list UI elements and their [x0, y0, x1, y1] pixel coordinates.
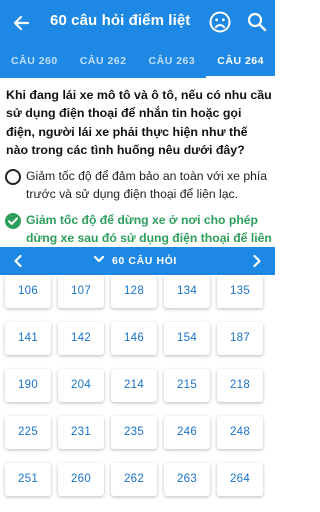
question-number-button[interactable]: 134	[164, 275, 210, 308]
question-number-button[interactable]: 107	[58, 275, 104, 308]
question-number-button[interactable]: 204	[58, 369, 104, 402]
question-number-button[interactable]: 225	[5, 416, 51, 449]
search-icon[interactable]	[245, 10, 269, 34]
question-number-button[interactable]: 262	[111, 463, 157, 496]
page-title: 60 câu hỏi điểm liệt	[50, 12, 191, 29]
question-number-button[interactable]: 246	[164, 416, 210, 449]
answer-text: Giảm tốc độ để đảm bảo an toàn với xe ph…	[26, 169, 268, 201]
question-number-button[interactable]: 154	[164, 322, 210, 355]
check-circle-icon[interactable]	[5, 213, 21, 229]
question-count-label: 60 CÂU HỎI	[112, 255, 177, 267]
question-number-button[interactable]: 106	[5, 275, 51, 308]
question-list-toggle[interactable]: 60 CÂU HỎI	[92, 252, 177, 270]
app-bar: 60 câu hỏi điểm liệt	[0, 0, 275, 46]
chevron-left-icon[interactable]	[10, 253, 26, 269]
question-number-grid: 106 107 128 134 135 141 142 146 154 187 190 204 214 2…	[0, 275, 275, 512]
question-number-button[interactable]: 231	[58, 416, 104, 449]
question-number-button[interactable]: 141	[5, 322, 51, 355]
tab-cau-262[interactable]: CÂU 262	[69, 46, 138, 78]
answer-option-1[interactable]: Giảm tốc độ để đảm bảo an toàn với xe ph…	[4, 167, 272, 205]
question-text: Khi đang lái xe mô tô và ô tô, nếu có nh…	[6, 88, 272, 157]
question-number-button[interactable]: 214	[111, 369, 157, 402]
question-number-button[interactable]: 190	[5, 369, 51, 402]
question-navigator: 60 CÂU HỎI	[0, 247, 275, 275]
answer-option-2[interactable]: Giảm tốc độ để dừng xe ở nơi cho phép dừ…	[4, 211, 272, 263]
question-number-button[interactable]: 248	[217, 416, 263, 449]
question-number-button[interactable]: 235	[111, 416, 157, 449]
question-number-button[interactable]: 215	[164, 369, 210, 402]
question-number-button[interactable]: 251	[5, 463, 51, 496]
tab-cau-264[interactable]: CÂU 264	[206, 46, 275, 78]
question-number-button[interactable]: 146	[111, 322, 157, 355]
question-number-button[interactable]: 142	[58, 322, 104, 355]
chevron-down-icon	[92, 252, 106, 271]
question-number-button[interactable]: 135	[217, 275, 263, 308]
sad-face-icon[interactable]	[208, 10, 232, 34]
tab-cau-263[interactable]: CÂU 263	[138, 46, 207, 78]
question-tabs: CÂU 260 CÂU 262 CÂU 263 CÂU 264	[0, 46, 275, 78]
question-number-button[interactable]: 263	[164, 463, 210, 496]
back-arrow-icon[interactable]	[8, 10, 34, 36]
question-number-button[interactable]: 128	[111, 275, 157, 308]
chevron-right-icon[interactable]	[249, 253, 265, 269]
radio-unchecked-icon[interactable]	[5, 169, 21, 185]
question-number-button[interactable]: 218	[217, 369, 263, 402]
question-number-button[interactable]: 264	[217, 463, 263, 496]
tab-cau-260[interactable]: CÂU 260	[0, 46, 69, 78]
question-number-button[interactable]: 187	[217, 322, 263, 355]
question-number-button[interactable]: 260	[58, 463, 104, 496]
